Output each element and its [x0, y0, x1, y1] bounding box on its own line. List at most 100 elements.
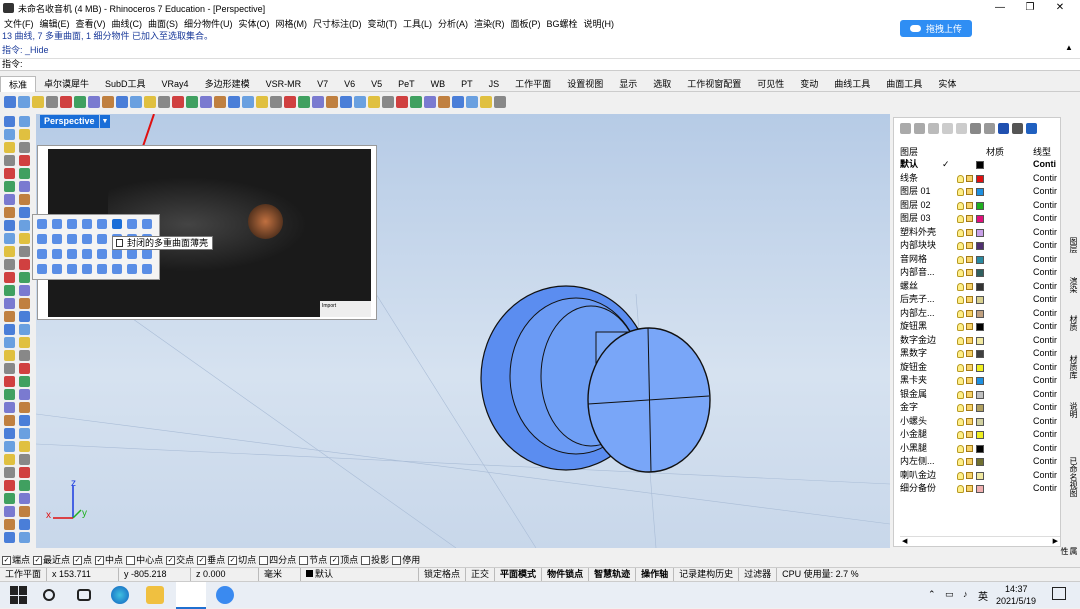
lightbulb-icon[interactable]	[957, 471, 964, 480]
layer-row[interactable]: 金字 Contir	[900, 401, 1060, 414]
solid-tool-icon[interactable]	[112, 219, 122, 229]
layer-color-swatch[interactable]	[976, 404, 984, 412]
left-tool-icon[interactable]	[19, 350, 30, 361]
menu-item[interactable]: 工具(L)	[403, 17, 432, 30]
status-toggle[interactable]: 锁定格点	[419, 568, 467, 581]
side-tab[interactable]: 材质	[1064, 315, 1078, 331]
lock-icon[interactable]	[966, 228, 973, 236]
toolbar-tool-icon[interactable]	[102, 96, 114, 108]
toolbar-tab[interactable]: WB	[423, 76, 454, 92]
toolbar-tool-icon[interactable]	[284, 96, 296, 108]
layer-row[interactable]: 旋钮黑 Contir	[900, 320, 1060, 333]
lock-icon[interactable]	[966, 188, 973, 195]
layer-row[interactable]: 小黑腿 Contir	[900, 442, 1060, 455]
left-tool-icon[interactable]	[4, 506, 15, 517]
checkbox[interactable]: ✓	[95, 555, 105, 565]
lightbulb-icon[interactable]	[957, 255, 964, 264]
layer-color-swatch[interactable]	[976, 323, 984, 331]
menu-item[interactable]: 网格(M)	[276, 17, 308, 30]
left-tool-icon[interactable]	[19, 298, 30, 309]
toolbar-tool-icon[interactable]	[326, 96, 338, 108]
minimize-button[interactable]: —	[985, 0, 1015, 16]
toolbar-tool-icon[interactable]	[368, 96, 380, 108]
menu-item[interactable]: 渲染(R)	[474, 17, 505, 30]
osnap-item[interactable]: ✓ 点	[73, 553, 92, 566]
toolbar-tab[interactable]: PT	[453, 76, 481, 92]
left-tool-icon[interactable]	[19, 480, 30, 491]
left-tool-icon[interactable]	[19, 246, 30, 257]
move-up-icon[interactable]	[942, 123, 953, 134]
toolbar-tool-icon[interactable]	[214, 96, 226, 108]
layers-scrollbar[interactable]: ◀ ▶	[900, 536, 1060, 545]
lightbulb-icon[interactable]	[957, 242, 964, 250]
toolbar-tab[interactable]: VSR-MR	[258, 76, 310, 92]
lightbulb-icon[interactable]	[957, 269, 964, 277]
upload-button[interactable]: 拖拽上传	[900, 20, 972, 37]
toolbar-tool-icon[interactable]	[74, 96, 86, 108]
toolbar-tab[interactable]: 卓尔谟犀牛	[36, 76, 97, 92]
left-tool-icon[interactable]	[4, 246, 15, 257]
toolbar-tab[interactable]: PeT	[390, 76, 423, 92]
lock-icon[interactable]	[966, 215, 973, 222]
checkbox[interactable]	[392, 555, 402, 565]
lock-icon[interactable]	[966, 417, 973, 425]
left-tool-icon[interactable]	[4, 168, 15, 179]
lightbulb-icon[interactable]	[957, 201, 964, 210]
checkbox[interactable]: ✓	[228, 555, 238, 565]
toolbar-tool-icon[interactable]	[4, 96, 16, 108]
clock-time[interactable]: 14:37	[1005, 584, 1028, 594]
lock-icon[interactable]	[966, 255, 973, 263]
status-toggle[interactable]: 正交	[466, 568, 496, 581]
status-toggle[interactable]: 操作轴	[636, 568, 675, 581]
toolbar-tool-icon[interactable]	[396, 96, 408, 108]
lightbulb-icon[interactable]	[957, 458, 964, 466]
solid-tool-icon[interactable]	[82, 219, 92, 229]
toolbar-tool-icon[interactable]	[256, 96, 268, 108]
left-tool-icon[interactable]	[19, 194, 30, 205]
toolbar-tab[interactable]: 设置视图	[559, 76, 611, 92]
left-tool-icon[interactable]	[19, 415, 30, 426]
layer-row[interactable]: 图层 03 Contir	[900, 212, 1060, 225]
lightbulb-icon[interactable]	[957, 309, 964, 318]
layer-color-swatch[interactable]	[976, 471, 984, 480]
left-tool-icon[interactable]	[19, 337, 30, 348]
solid-tool-icon[interactable]	[52, 234, 62, 244]
new-sublayer-icon[interactable]	[914, 123, 925, 134]
status-toggle[interactable]: 物件锁点	[542, 568, 590, 581]
left-tool-icon[interactable]	[4, 493, 15, 504]
left-tool-icon[interactable]	[4, 350, 15, 361]
left-tool-icon[interactable]	[4, 402, 15, 413]
lock-icon[interactable]	[966, 201, 973, 209]
left-tool-icon[interactable]	[4, 532, 15, 543]
layer-row[interactable]: 音网格 Contir	[900, 253, 1060, 266]
left-tool-icon[interactable]	[19, 272, 30, 283]
lock-icon[interactable]	[966, 242, 973, 249]
solid-tool-icon[interactable]	[67, 249, 77, 259]
solid-tool-icon[interactable]	[112, 249, 122, 259]
toolbar-tool-icon[interactable]	[340, 96, 352, 108]
toolbar-tab[interactable]: 实体	[930, 76, 964, 92]
checkbox[interactable]	[259, 555, 269, 565]
layer-color-swatch[interactable]	[976, 296, 984, 304]
left-tool-icon[interactable]	[4, 259, 15, 270]
left-tool-icon[interactable]	[19, 155, 30, 166]
solid-tool-icon[interactable]	[97, 219, 107, 229]
toolbar-tool-icon[interactable]	[158, 96, 170, 108]
solid-tool-icon[interactable]	[37, 219, 47, 229]
help-icon[interactable]	[1026, 123, 1037, 134]
left-tool-icon[interactable]	[19, 454, 30, 465]
layer-color-swatch[interactable]	[976, 174, 984, 183]
toolbar-tab[interactable]: 标准	[0, 75, 37, 92]
menu-item[interactable]: 细分物件(U)	[184, 17, 233, 30]
toolbar-tool-icon[interactable]	[382, 96, 394, 108]
lightbulb-icon[interactable]	[957, 228, 964, 237]
menu-item[interactable]: 查看(V)	[76, 17, 106, 30]
toolbar-tab[interactable]: 可见性	[749, 76, 792, 92]
layer-row[interactable]: 内部音... Contir	[900, 266, 1060, 279]
layer-row[interactable]: 内部左... Contir	[900, 307, 1060, 320]
checkbox[interactable]: ✓	[73, 555, 83, 565]
lightbulb-icon[interactable]	[957, 282, 964, 291]
lightbulb-icon[interactable]	[957, 350, 964, 358]
lock-icon[interactable]	[966, 350, 973, 357]
layer-color-swatch[interactable]	[976, 188, 984, 196]
